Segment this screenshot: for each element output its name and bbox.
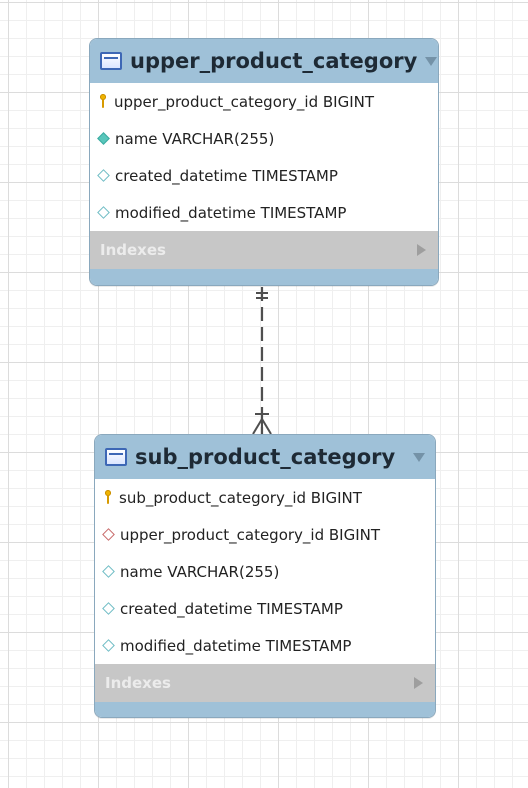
indexes-section-toggle[interactable]: Indexes: [95, 664, 435, 702]
many-marker-left: [252, 418, 263, 435]
indexes-section-toggle[interactable]: Indexes: [90, 231, 438, 269]
column-definition: sub_product_category_id BIGINT: [119, 488, 362, 507]
collapse-toggle-icon[interactable]: [425, 56, 438, 66]
upper-product-category-table[interactable]: upper_product_category upper_product_cat…: [89, 38, 439, 286]
many-marker-right: [261, 418, 272, 435]
table-title: sub_product_category: [135, 445, 396, 469]
collapse-toggle-icon[interactable]: [413, 452, 425, 462]
sub-product-category-header[interactable]: sub_product_category: [95, 435, 435, 479]
indexes-label: Indexes: [105, 674, 171, 692]
column-row[interactable]: modified_datetime TIMESTAMP: [95, 627, 435, 664]
table-title: upper_product_category: [130, 49, 418, 73]
outline-diamond-icon: [102, 602, 115, 615]
column-row[interactable]: sub_product_category_id BIGINT: [95, 479, 435, 516]
column-definition: name VARCHAR(255): [120, 562, 280, 581]
column-definition: created_datetime TIMESTAMP: [115, 166, 338, 185]
sub-product-category-columns: sub_product_category_id BIGINT upper_pro…: [95, 479, 435, 664]
er-diagram-canvas: upper_product_category upper_product_cat…: [0, 0, 528, 788]
outline-diamond-icon: [97, 206, 110, 219]
outline-diamond-icon: [102, 565, 115, 578]
primary-key-icon: [103, 489, 113, 506]
table-footer: [95, 702, 435, 717]
column-row[interactable]: created_datetime TIMESTAMP: [95, 590, 435, 627]
table-icon: [100, 52, 122, 70]
table-icon: [105, 448, 127, 466]
column-row[interactable]: name VARCHAR(255): [90, 120, 438, 157]
outline-diamond-icon: [102, 639, 115, 652]
primary-key-icon: [98, 93, 108, 110]
expand-arrow-icon: [414, 677, 423, 689]
column-row[interactable]: name VARCHAR(255): [95, 553, 435, 590]
upper-product-category-columns: upper_product_category_id BIGINT name VA…: [90, 83, 438, 231]
column-definition: name VARCHAR(255): [115, 129, 275, 148]
indexes-label: Indexes: [100, 241, 166, 259]
column-definition: modified_datetime TIMESTAMP: [120, 636, 352, 655]
foreign-key-diamond-icon: [102, 528, 115, 541]
upper-product-category-header[interactable]: upper_product_category: [90, 39, 438, 83]
column-row[interactable]: upper_product_category_id BIGINT: [90, 83, 438, 120]
column-definition: upper_product_category_id BIGINT: [120, 525, 381, 544]
column-definition: created_datetime TIMESTAMP: [120, 599, 343, 618]
filled-diamond-icon: [97, 132, 110, 145]
column-row[interactable]: modified_datetime TIMESTAMP: [90, 194, 438, 231]
sub-product-category-table[interactable]: sub_product_category sub_product_categor…: [94, 434, 436, 718]
column-row[interactable]: created_datetime TIMESTAMP: [90, 157, 438, 194]
outline-diamond-icon: [97, 169, 110, 182]
column-row[interactable]: upper_product_category_id BIGINT: [95, 516, 435, 553]
table-footer: [90, 269, 438, 285]
expand-arrow-icon: [417, 244, 426, 256]
column-definition: upper_product_category_id BIGINT: [114, 92, 375, 111]
column-definition: modified_datetime TIMESTAMP: [115, 203, 347, 222]
